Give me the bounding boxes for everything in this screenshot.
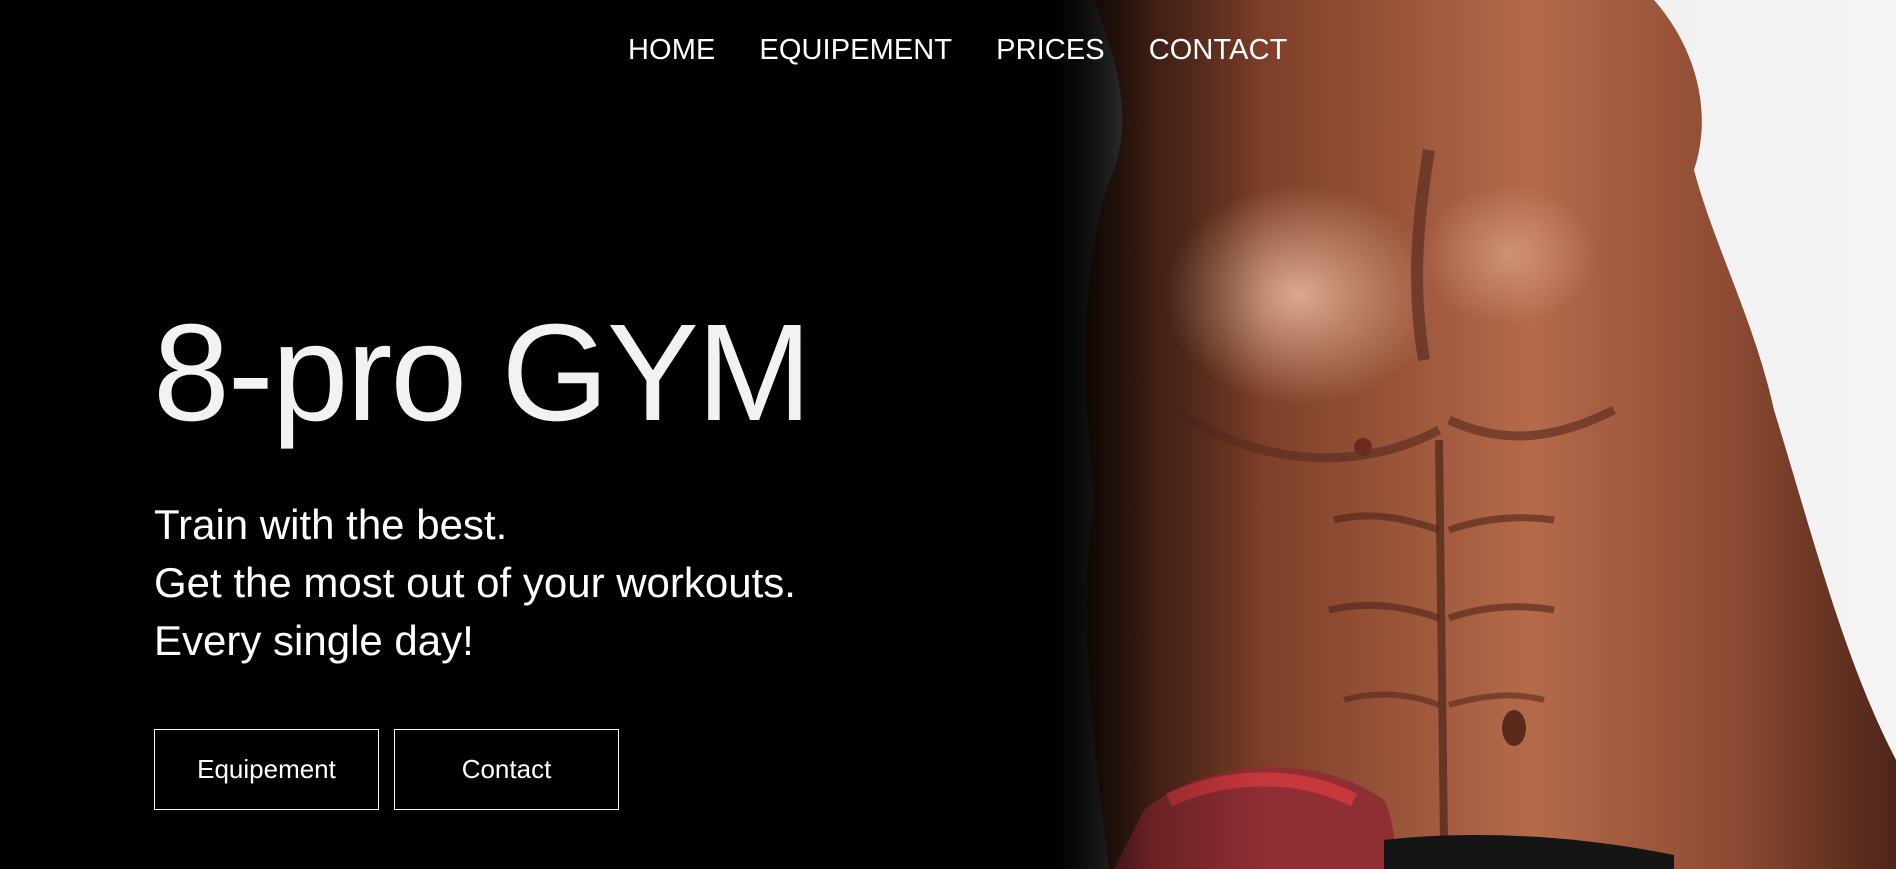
torso-illustration (1054, 0, 1896, 869)
hero-photo-muscular-torso (1054, 0, 1896, 869)
equipement-button[interactable]: Equipement (154, 729, 379, 810)
tagline-line-1: Train with the best. (154, 501, 508, 548)
hero-actions: Equipement Contact (154, 729, 619, 810)
tagline-line-2: Get the most out of your workouts. (154, 559, 796, 606)
nav-prices-link[interactable]: PRICES (996, 30, 1105, 70)
hero-tagline: Train with the best. Get the most out of… (154, 496, 796, 670)
contact-button[interactable]: Contact (394, 729, 619, 810)
tagline-line-3: Every single day! (154, 617, 474, 664)
main-navigation: HOME EQUIPEMENT PRICES CONTACT (628, 30, 1287, 70)
nav-equipement-link[interactable]: EQUIPEMENT (759, 30, 952, 70)
hero-title: 8-pro GYM (153, 296, 812, 450)
nav-contact-link[interactable]: CONTACT (1149, 30, 1288, 70)
nav-home-link[interactable]: HOME (628, 30, 715, 70)
landing-page: HOME EQUIPEMENT PRICES CONTACT 8-pro GYM… (0, 0, 1896, 869)
